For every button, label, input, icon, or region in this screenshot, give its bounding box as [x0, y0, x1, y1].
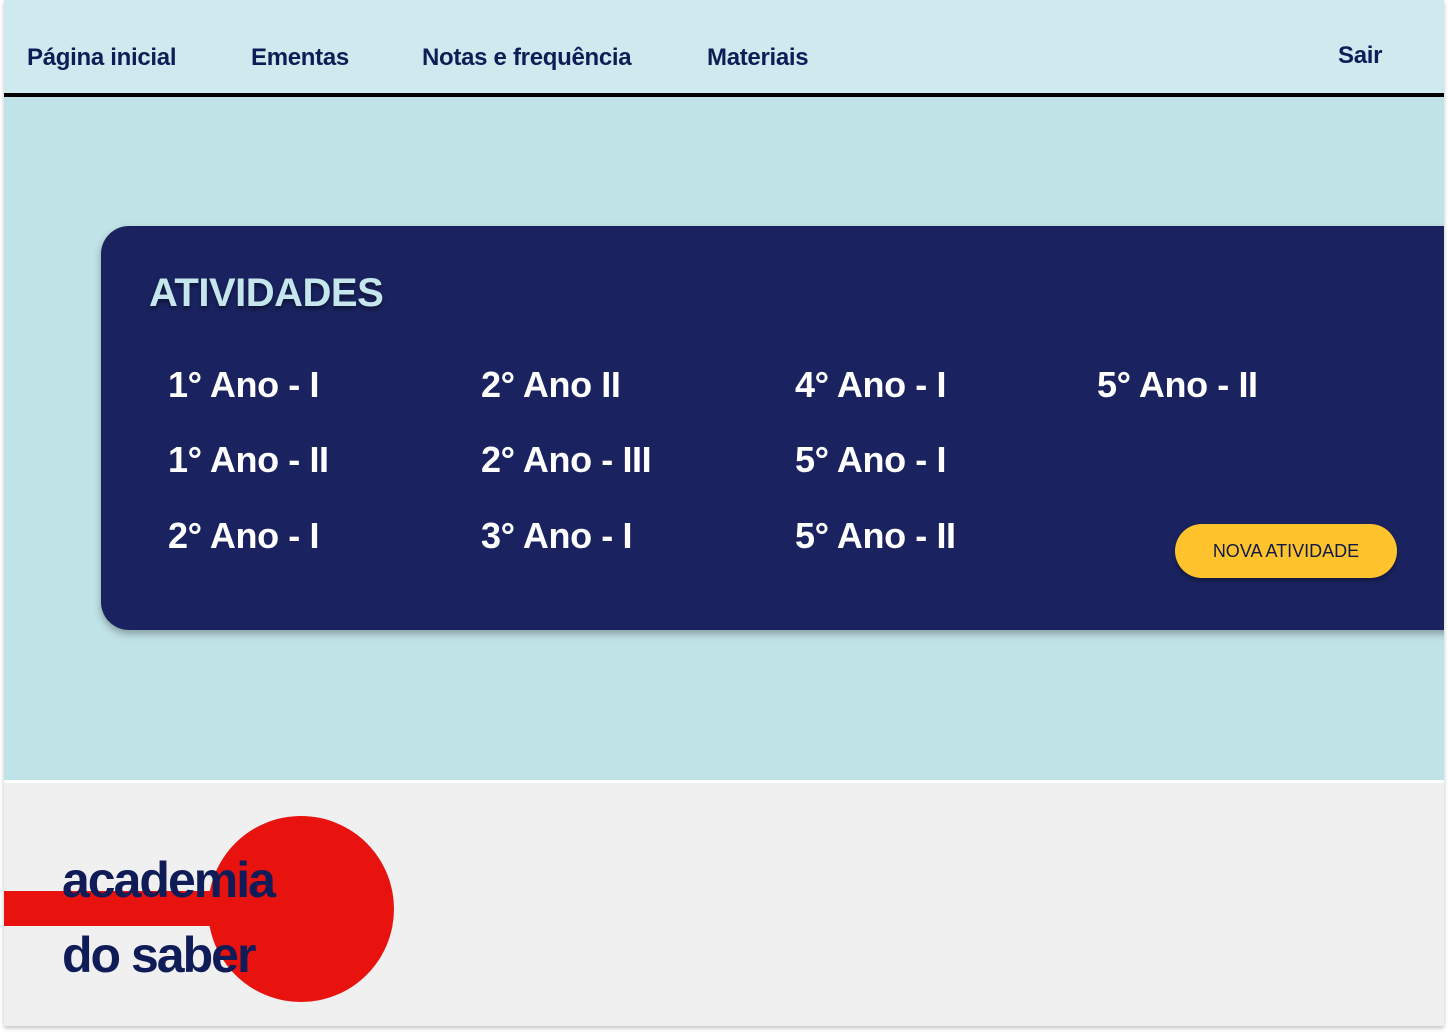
nav-home-link[interactable]: Página inicial — [27, 44, 176, 72]
nav-materials-link[interactable]: Materiais — [707, 44, 809, 72]
new-activity-button[interactable]: NOVA ATIVIDADE — [1175, 524, 1397, 578]
activities-title: ATIVIDADES — [149, 271, 384, 315]
class-item-1-ano-ii[interactable]: 1° Ano - II — [168, 439, 329, 481]
class-item-4-ano-i[interactable]: 4° Ano - I — [795, 364, 946, 406]
main-content: ATIVIDADES 1° Ano - I 1° Ano - II 2° Ano… — [4, 97, 1444, 780]
logo-text-line2: do saber — [62, 927, 256, 983]
footer: academia do saber — [4, 783, 1444, 1026]
class-item-2-ano-ii[interactable]: 2° Ano II — [481, 364, 621, 406]
logout-link[interactable]: Sair — [1338, 42, 1382, 70]
class-item-2-ano-iii[interactable]: 2° Ano - III — [481, 439, 652, 481]
nav-menus-link[interactable]: Ementas — [251, 44, 349, 72]
activities-panel: ATIVIDADES 1° Ano - I 1° Ano - II 2° Ano… — [101, 226, 1444, 630]
class-item-5-ano-ii-top[interactable]: 5° Ano - II — [1097, 364, 1258, 406]
nav-grades-link[interactable]: Notas e frequência — [422, 44, 632, 72]
class-item-3-ano-i[interactable]: 3° Ano - I — [481, 515, 632, 557]
logo-text-line1: academia — [62, 852, 276, 908]
top-navigation: Página inicial Ementas Notas e frequênci… — [4, 0, 1444, 97]
app-frame: Página inicial Ementas Notas e frequênci… — [4, 0, 1444, 1026]
class-item-5-ano-i[interactable]: 5° Ano - I — [795, 439, 946, 481]
class-item-1-ano-i[interactable]: 1° Ano - I — [168, 364, 319, 406]
class-item-5-ano-ii[interactable]: 5° Ano - II — [795, 515, 956, 557]
class-item-2-ano-i[interactable]: 2° Ano - I — [168, 515, 319, 557]
academia-logo: academia do saber — [4, 783, 424, 1026]
